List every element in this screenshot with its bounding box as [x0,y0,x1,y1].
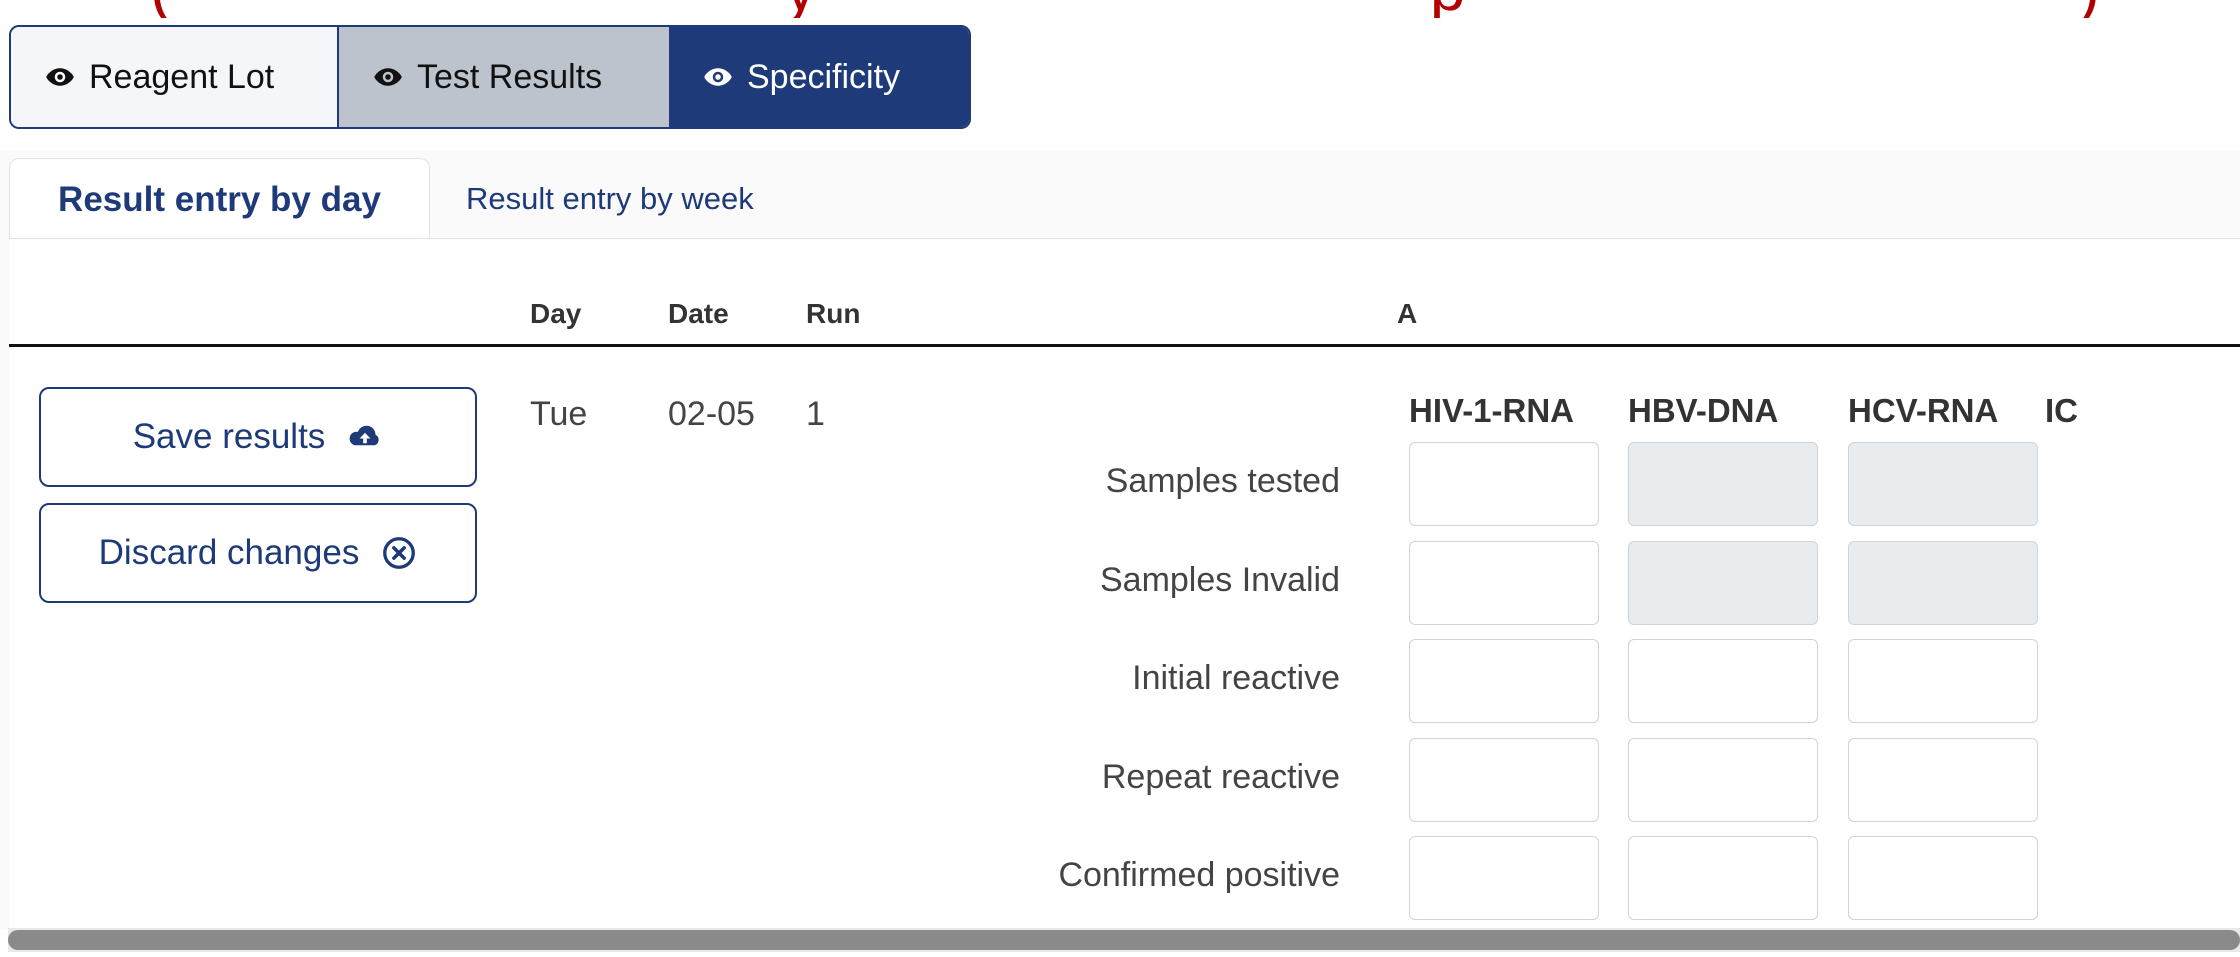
column-header-date: Date [668,298,729,329]
tab-result-entry-by-day[interactable]: Result entry by day [9,158,430,240]
view-toggle-group: Reagent Lot Test Results Specificity [9,25,971,129]
scrollbar-thumb[interactable] [8,930,2240,950]
confirmed-positive-hbv-input[interactable] [1628,836,1818,920]
header-divider [9,344,2240,347]
save-results-button[interactable]: Save results [39,387,477,487]
banner-fragment: ( [150,0,171,18]
tab-result-entry-by-week[interactable]: Result entry by week [430,158,754,240]
entry-tabs: Result entry by day Result entry by week [9,158,754,240]
specificity-button[interactable]: Specificity [669,27,969,127]
confirmed-positive-hcv-input[interactable] [1848,836,2038,920]
samples-invalid-hiv1-input[interactable] [1409,541,1599,625]
reagent-lot-button[interactable]: Reagent Lot [11,27,339,127]
banner-fragment: ) [2079,0,2100,18]
eye-icon [46,68,74,86]
run-date: 02-05 [668,395,755,433]
header-banner: ( y p ) [150,0,2100,18]
assay-header-hcv-rna: HCV-RNA [1848,392,1999,429]
eye-icon [704,68,732,86]
column-header-group: A [1397,298,1418,329]
banner-fragment: p [1430,0,1466,18]
repeat-reactive-hiv1-input[interactable] [1409,738,1599,822]
discard-changes-button[interactable]: Discard changes [39,503,477,603]
assay-header-hiv1-rna: HIV-1-RNA [1409,392,1575,429]
test-results-button[interactable]: Test Results [339,27,669,127]
row-label-samples-tested: Samples tested [1105,462,1340,500]
initial-reactive-hcv-input[interactable] [1848,639,2038,723]
samples-invalid-hcv-input [1848,541,2038,625]
discard-changes-label: Discard changes [98,533,360,572]
banner-fragment: y [785,0,817,18]
initial-reactive-hbv-input[interactable] [1628,639,1818,723]
row-label-confirmed-positive: Confirmed positive [1058,856,1340,894]
specificity-label: Specificity [747,57,901,96]
samples-tested-hcv-input [1848,442,2038,526]
save-results-label: Save results [132,417,326,456]
row-label-initial-reactive: Initial reactive [1132,659,1340,697]
row-label-samples-invalid: Samples Invalid [1099,561,1340,599]
test-results-label: Test Results [417,57,603,96]
close-circle-icon [383,537,416,569]
samples-invalid-hbv-input [1628,541,1818,625]
confirmed-positive-hiv1-input[interactable] [1409,836,1599,920]
eye-icon [374,68,402,86]
initial-reactive-hiv1-input[interactable] [1409,639,1599,723]
assay-header-ic: IC [2045,392,2078,429]
column-header-day: Day [530,298,582,329]
reagent-lot-label: Reagent Lot [89,57,275,96]
column-header-run: Run [806,298,861,329]
run-day: Tue [530,395,588,433]
repeat-reactive-hcv-input[interactable] [1848,738,2038,822]
assay-header-hbv-dna: HBV-DNA [1628,392,1779,429]
horizontal-scrollbar[interactable] [8,928,2240,952]
samples-tested-hiv1-input[interactable] [1409,442,1599,526]
run-number: 1 [806,395,825,433]
cloud-upload-icon [349,425,379,446]
samples-tested-hbv-input [1628,442,1818,526]
row-label-repeat-reactive: Repeat reactive [1101,758,1340,796]
repeat-reactive-hbv-input[interactable] [1628,738,1818,822]
